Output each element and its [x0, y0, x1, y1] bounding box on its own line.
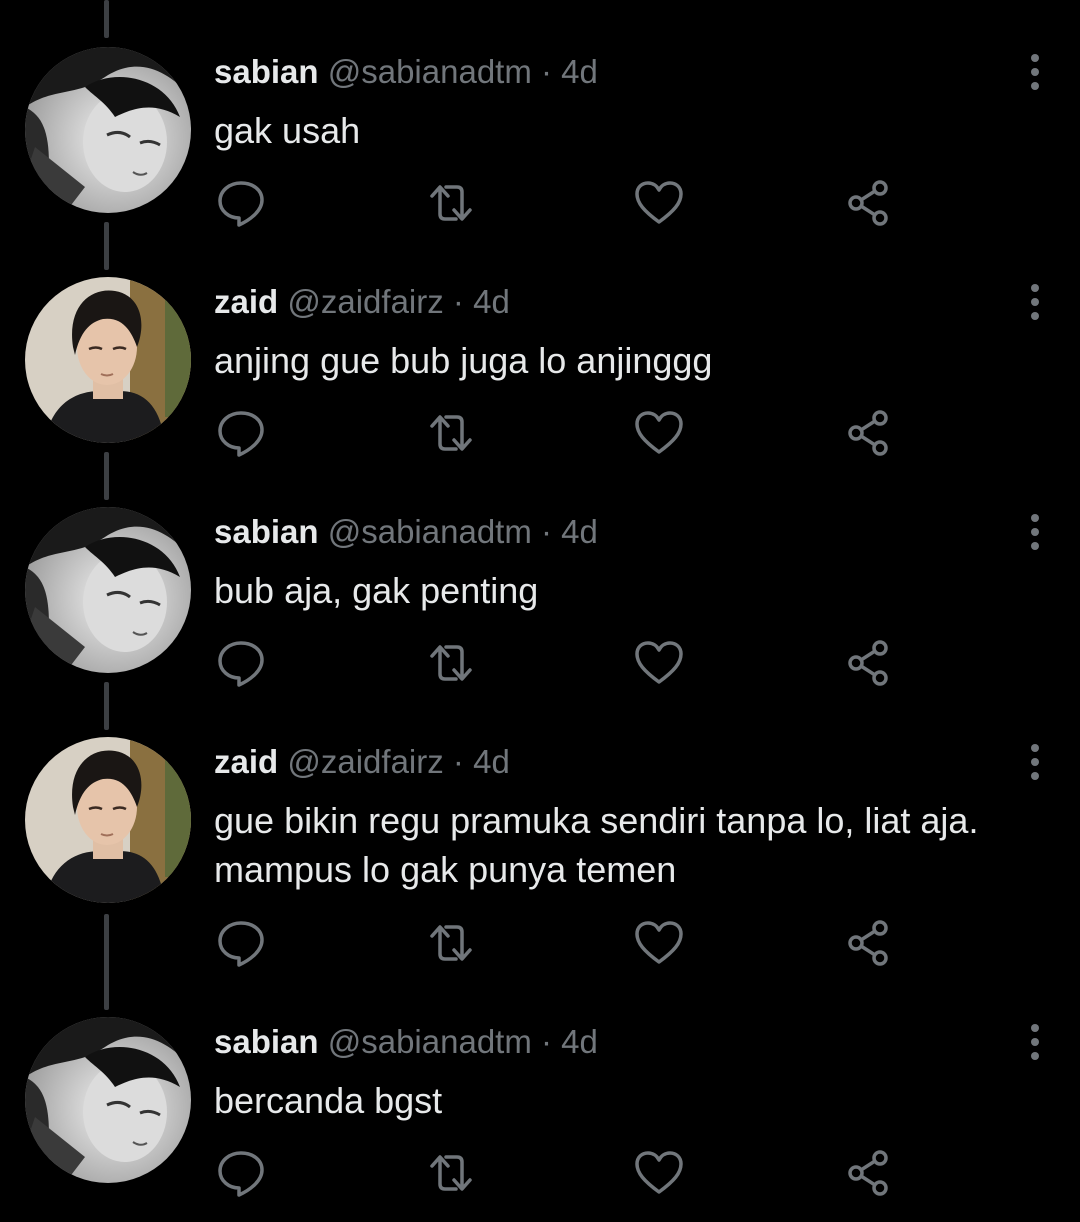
reply-icon[interactable] [214, 918, 268, 968]
display-name[interactable]: sabian [214, 53, 319, 90]
tweet-text: bub aja, gak penting [214, 570, 539, 611]
retweet-icon[interactable] [424, 178, 478, 228]
tweet-header: sabian @sabianadtm · 4d [214, 1022, 598, 1062]
like-icon[interactable] [632, 178, 686, 228]
handle[interactable]: @sabianadtm [328, 53, 532, 90]
timestamp[interactable]: 4d [561, 1023, 598, 1060]
tweet[interactable]: zaid @zaidfairz · 4d anjing gue bub juga… [0, 230, 1080, 460]
like-icon[interactable] [632, 408, 686, 458]
display-name[interactable]: sabian [214, 1023, 319, 1060]
handle[interactable]: @zaidfairz [287, 743, 443, 780]
share-icon[interactable] [842, 178, 896, 228]
timestamp[interactable]: 4d [473, 283, 510, 320]
more-options-icon[interactable] [1018, 282, 1052, 322]
retweet-icon[interactable] [424, 408, 478, 458]
display-name[interactable]: sabian [214, 513, 319, 550]
tweet-thread: sabian @sabianadtm · 4d gak usah zaid @z… [0, 0, 1080, 1222]
handle[interactable]: @sabianadtm [328, 513, 532, 550]
tweet-text: bercanda bgst [214, 1080, 443, 1121]
reply-icon[interactable] [214, 178, 268, 228]
tweet[interactable]: sabian @sabianadtm · 4d bercanda bgst [0, 970, 1080, 1222]
separator: · [541, 1023, 552, 1060]
tweet-header: zaid @zaidfairz · 4d [214, 742, 510, 782]
tweet[interactable]: sabian @sabianadtm · 4d gak usah [0, 0, 1080, 230]
tweet-header: sabian @sabianadtm · 4d [214, 52, 598, 92]
like-icon[interactable] [632, 638, 686, 688]
more-options-icon[interactable] [1018, 512, 1052, 552]
handle[interactable]: @zaidfairz [287, 283, 443, 320]
more-options-icon[interactable] [1018, 52, 1052, 92]
separator: · [541, 53, 552, 90]
action-bar [0, 408, 1080, 458]
tweet-header: zaid @zaidfairz · 4d [214, 282, 510, 322]
retweet-icon[interactable] [424, 1148, 478, 1198]
retweet-icon[interactable] [424, 638, 478, 688]
separator: · [452, 283, 464, 320]
more-options-icon[interactable] [1018, 1022, 1052, 1062]
tweet-text: gue bikin regu pramuka sendiri tanpa lo,… [214, 800, 979, 890]
share-icon[interactable] [842, 1148, 896, 1198]
tweet-text: gak usah [214, 110, 361, 151]
like-icon[interactable] [632, 918, 686, 968]
timestamp[interactable]: 4d [561, 513, 598, 550]
share-icon[interactable] [842, 918, 896, 968]
action-bar [0, 178, 1080, 228]
reply-icon[interactable] [214, 408, 268, 458]
timestamp[interactable]: 4d [473, 743, 510, 780]
reply-icon[interactable] [214, 1148, 268, 1198]
share-icon[interactable] [842, 408, 896, 458]
share-icon[interactable] [842, 638, 896, 688]
tweet[interactable]: sabian @sabianadtm · 4d bub aja, gak pen… [0, 460, 1080, 690]
display-name[interactable]: zaid [214, 743, 278, 780]
like-icon[interactable] [632, 1148, 686, 1198]
action-bar [0, 918, 1080, 968]
display-name[interactable]: zaid [214, 283, 278, 320]
reply-icon[interactable] [214, 638, 268, 688]
handle[interactable]: @sabianadtm [328, 1023, 532, 1060]
action-bar [0, 1148, 1080, 1198]
tweet[interactable]: zaid @zaidfairz · 4d gue bikin regu pram… [0, 690, 1080, 970]
separator: · [452, 743, 464, 780]
separator: · [541, 513, 552, 550]
more-options-icon[interactable] [1018, 742, 1052, 782]
action-bar [0, 638, 1080, 688]
tweet-header: sabian @sabianadtm · 4d [214, 512, 598, 552]
avatar[interactable] [25, 737, 191, 903]
retweet-icon[interactable] [424, 918, 478, 968]
tweet-text: anjing gue bub juga lo anjinggg [214, 340, 713, 381]
timestamp[interactable]: 4d [561, 53, 598, 90]
